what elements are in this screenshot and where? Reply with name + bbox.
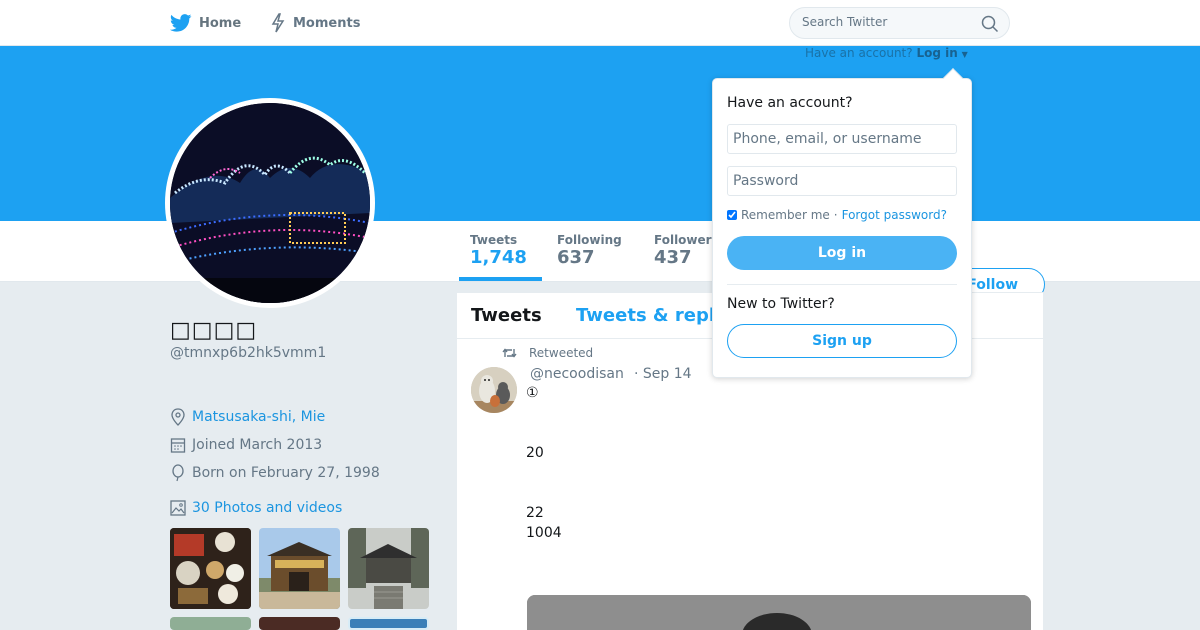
stat-value: 637 [557, 247, 595, 268]
remember-row: Remember me · Forgot password? [727, 208, 947, 222]
search-box[interactable] [789, 7, 1010, 39]
login-button[interactable]: Log in [727, 236, 957, 270]
retweet-context: Retweeted [502, 346, 593, 360]
stat-label: Followers [654, 233, 719, 247]
stat-value: 437 [654, 247, 692, 268]
tweet-username[interactable]: @necoodisan [530, 366, 624, 382]
stat-value: 1,748 [470, 247, 527, 268]
nav-home-label: Home [199, 15, 242, 31]
active-tab-indicator [459, 277, 542, 281]
photo-thumbnail[interactable] [170, 528, 251, 609]
tweet-media-photo [527, 595, 1031, 630]
login-dropdown: Have an account? Remember me · Forgot pa… [712, 68, 972, 378]
tweet-media[interactable] [527, 595, 1031, 630]
stat-label: Tweets [470, 233, 518, 247]
shrine-gate-photo [259, 528, 340, 609]
stat-label: Following [557, 233, 622, 247]
profile-name: □□□□ [170, 318, 258, 343]
dropdown-divider [727, 284, 957, 285]
remember-checkbox[interactable] [727, 210, 737, 220]
login-prompt: Have an account? Log in ▼ [805, 46, 968, 62]
profile-joined: Joined March 2013 [170, 436, 322, 454]
login-prompt-label: Have an account? [805, 46, 913, 60]
photo-thumbnail[interactable] [348, 528, 429, 609]
tweet-text-line: 20 [526, 445, 544, 461]
location-pin-icon [171, 408, 185, 426]
stat-followers[interactable]: Followers 437 [654, 233, 719, 268]
search-icon[interactable] [981, 15, 999, 33]
cat-figurines-photo [471, 367, 517, 413]
login-prompt-link[interactable]: Log in [916, 46, 957, 60]
temple-photo [348, 528, 429, 609]
photo-thumbnail[interactable] [259, 528, 340, 609]
image-icon [170, 500, 186, 516]
nav-moments-label: Moments [293, 15, 361, 31]
password-field[interactable] [727, 166, 957, 196]
born-text: Born on February 27, 1998 [192, 465, 380, 481]
new-to-twitter-label: New to Twitter? [727, 296, 835, 312]
profile-avatar[interactable] [165, 98, 375, 308]
tab-tweets[interactable]: Tweets [471, 305, 542, 326]
avatar-image [170, 103, 370, 303]
profile-location: Matsusaka-shi, Mie [170, 408, 325, 426]
photo-thumbnail[interactable] [348, 617, 429, 630]
retweet-context-label: Retweeted [529, 346, 594, 360]
stat-tweets[interactable]: Tweets 1,748 [470, 233, 527, 268]
remember-separator: · [833, 208, 838, 222]
forgot-password-link[interactable]: Forgot password? [842, 208, 947, 222]
calendar-icon [170, 438, 186, 453]
illumination-photo [170, 103, 370, 303]
photo-thumbnail[interactable] [259, 617, 340, 630]
photos-videos-link[interactable]: 30 Photos and videos [170, 500, 342, 516]
nav-home[interactable]: Home [170, 0, 241, 46]
search-input[interactable] [802, 15, 972, 29]
tweet-text-line: ① [526, 385, 539, 401]
tweet-text-line: 22 [526, 505, 544, 521]
food-photo [170, 528, 251, 609]
remember-label: Remember me [741, 208, 830, 222]
nav-moments[interactable]: Moments [270, 0, 360, 46]
tweet-text-line: 1004 [526, 525, 562, 541]
stat-following[interactable]: Following 637 [557, 233, 622, 268]
profile-birthday: Born on February 27, 1998 [170, 464, 380, 482]
profile-handle[interactable]: @tmnxp6b2hk5vmm1 [170, 345, 326, 361]
caret-down-icon[interactable]: ▼ [962, 50, 968, 59]
signup-button[interactable]: Sign up [727, 324, 957, 358]
photos-link-label: 30 Photos and videos [192, 500, 343, 516]
username-field[interactable] [727, 124, 957, 154]
lightning-icon [271, 13, 285, 33]
twitter-bird-icon [170, 14, 192, 32]
tweet-date[interactable]: · Sep 14 [634, 366, 692, 382]
joined-text: Joined March 2013 [192, 437, 323, 453]
balloon-icon [172, 464, 184, 482]
photo-thumbnail[interactable] [170, 617, 251, 630]
retweet-icon [502, 348, 517, 358]
top-nav-bar: Home Moments [0, 0, 1200, 46]
location-link[interactable]: Matsusaka-shi, Mie [192, 409, 325, 425]
tweet-author-avatar[interactable] [471, 367, 517, 413]
dropdown-title: Have an account? [727, 95, 853, 111]
